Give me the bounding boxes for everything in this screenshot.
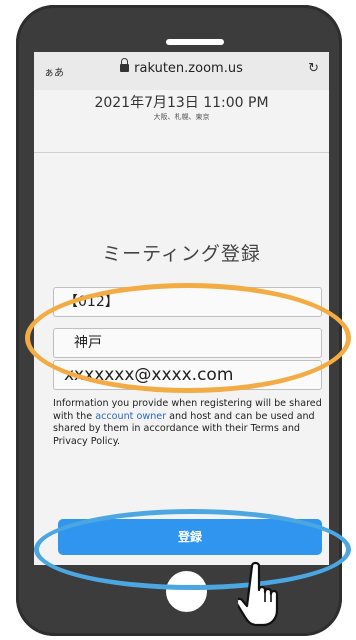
meeting-datetime: 2021年7月13日 11:00 PM — [94, 95, 269, 111]
form-title: ミーティング登録 — [102, 243, 261, 265]
browser-url-bar[interactable]: ぁあ rakuten.zoom.us ↻ — [34, 52, 329, 90]
url-display[interactable]: rakuten.zoom.us — [34, 58, 329, 76]
url-text: rakuten.zoom.us — [134, 61, 243, 76]
phone-speaker — [166, 39, 224, 45]
section-divider — [34, 152, 329, 153]
pointing-hand-icon — [238, 561, 279, 627]
blue-highlight-ellipse — [34, 509, 351, 590]
account-owner-link[interactable]: account owner — [95, 411, 166, 422]
reload-icon[interactable]: ↻ — [308, 61, 319, 76]
privacy-disclaimer: Information you provide when registering… — [53, 398, 325, 448]
lock-icon — [120, 58, 130, 72]
orange-highlight-ellipse — [25, 283, 351, 393]
meeting-timezone-location: 大阪、札幌、東京 — [153, 113, 210, 121]
